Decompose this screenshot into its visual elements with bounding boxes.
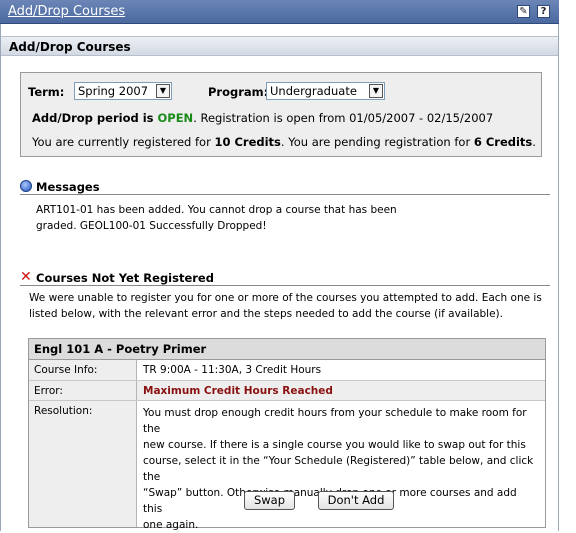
term-selected-value: Spring 2007 (78, 84, 149, 98)
program-label: Program: (208, 85, 269, 99)
course-resolution-label: Resolution: (29, 401, 137, 527)
swap-button[interactable]: Swap (244, 491, 295, 510)
chevron-down-icon[interactable]: ▼ (156, 84, 170, 98)
course-resolution-row: Resolution: You must drop enough credit … (29, 401, 545, 531)
program-selected-value: Undergraduate (270, 84, 357, 98)
registration-info-box: Term: Spring 2007 ▼ Program: Undergradua… (20, 72, 542, 157)
not-registered-heading: ✕ Courses Not Yet Registered (20, 269, 550, 286)
dont-add-button[interactable]: Don't Add (318, 491, 394, 510)
course-info-label: Course Info: (29, 360, 137, 380)
messages-heading: Messages (20, 180, 550, 195)
credits-line: You are currently registered for 10 Cred… (32, 135, 536, 149)
period-status-badge: OPEN (157, 111, 194, 125)
credits-suffix: . (532, 135, 536, 149)
portlet-titlebar: Add/Drop Courses ✎ ? (0, 0, 559, 24)
messages-body: ART101-01 has been added. You cannot dro… (36, 202, 397, 234)
pending-credits: 6 Credits (473, 135, 533, 149)
course-card: Engl 101 A - Poetry Primer Course Info: … (28, 338, 546, 531)
section-header: Add/Drop Courses (1, 36, 558, 56)
chevron-down-icon[interactable]: ▼ (369, 84, 383, 98)
period-label: Add/Drop period is (32, 111, 158, 125)
messages-heading-text: Messages (36, 180, 100, 194)
resolution-line: new course. If there is a single course … (143, 439, 526, 451)
not-registered-description: We were unable to register you for one o… (29, 290, 542, 322)
info-icon (20, 180, 32, 192)
not-registered-heading-text: Courses Not Yet Registered (36, 271, 214, 285)
program-select[interactable]: Undergraduate ▼ (266, 82, 385, 100)
message-line: graded. GEOL100-01 Successfully Dropped! (36, 220, 267, 232)
registered-credits: 10 Credits (214, 135, 281, 149)
course-info-row: Course Info: TR 9:00A - 11:30A, 3 Credit… (29, 360, 545, 381)
term-select[interactable]: Spring 2007 ▼ (74, 82, 172, 100)
description-line: listed below, with the relevant error an… (29, 308, 503, 320)
course-error-value: Maximum Credit Hours Reached (143, 385, 333, 397)
course-error-label: Error: (29, 381, 137, 400)
course-error-row: Error: Maximum Credit Hours Reached (29, 381, 545, 401)
credits-middle: . You are pending registration for (280, 135, 474, 149)
description-line: We were unable to register you for one o… (29, 292, 542, 304)
credits-prefix: You are currently registered for (32, 135, 215, 149)
course-header: Engl 101 A - Poetry Primer (29, 339, 545, 360)
period-dates: . Registration is open from 01/05/2007 -… (193, 111, 494, 125)
course-info-value: TR 9:00A - 11:30A, 3 Credit Hours (143, 364, 322, 376)
tools-icon[interactable]: ✎ (517, 5, 530, 18)
resolution-line: You must drop enough credit hours from y… (143, 407, 527, 435)
portlet-title-link[interactable]: Add/Drop Courses (8, 4, 125, 19)
help-icon[interactable]: ? (537, 5, 550, 18)
resolution-line: course, select it in the “Your Schedule … (143, 455, 534, 483)
course-title: Engl 101 A - Poetry Primer (34, 342, 207, 356)
section-title: Add/Drop Courses (9, 40, 131, 54)
error-x-icon: ✕ (20, 269, 32, 285)
term-label: Term: (28, 85, 65, 99)
message-line: ART101-01 has been added. You cannot dro… (36, 204, 397, 216)
period-status-line: Add/Drop period is OPEN. Registration is… (32, 111, 493, 125)
